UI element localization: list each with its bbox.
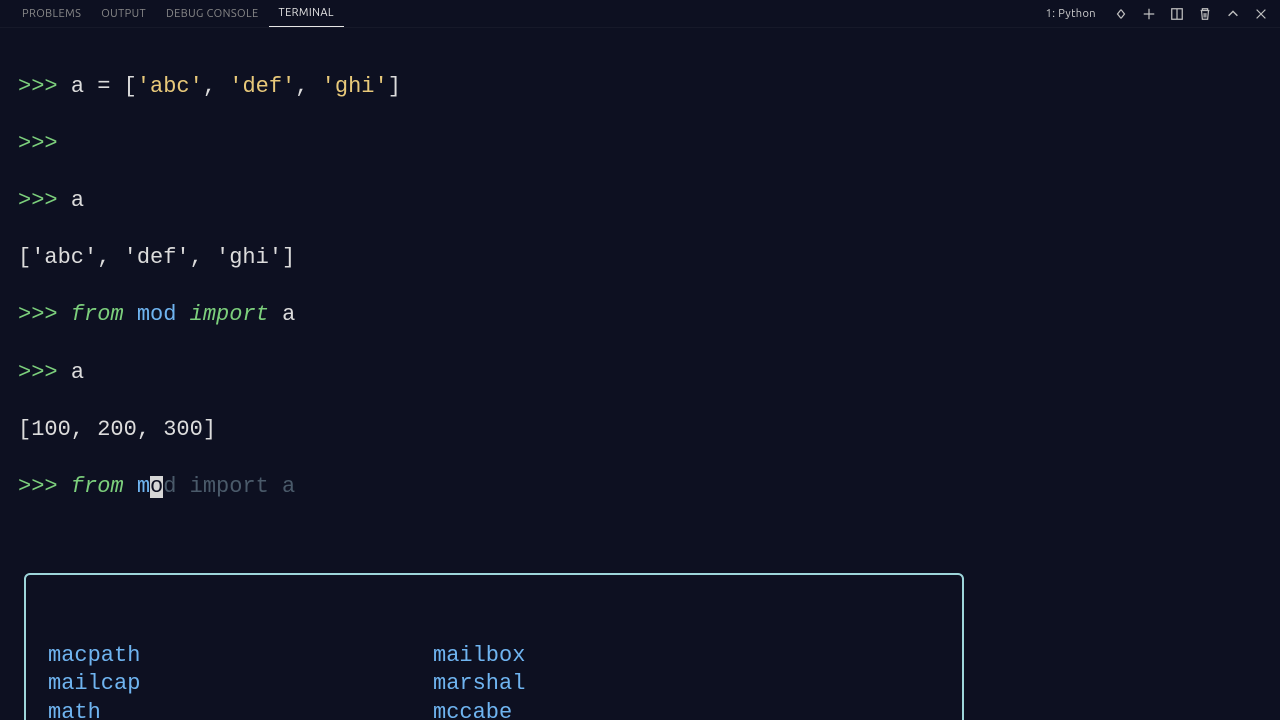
terminal-line: ['abc', 'def', 'ghi'] <box>18 244 1262 273</box>
terminal-process-selector[interactable]: 1: Python <box>1046 8 1100 20</box>
terminal-output[interactable]: >>> a = ['abc', 'def', 'ghi'] >>> >>> a … <box>0 28 1280 720</box>
terminal-line: >>> <box>18 130 1262 159</box>
terminal-cursor: o <box>150 476 163 498</box>
completion-item[interactable]: mccabe <box>433 699 776 720</box>
tab-output[interactable]: OUTPUT <box>91 0 156 27</box>
new-terminal-icon[interactable] <box>1142 7 1156 21</box>
kill-terminal-icon[interactable] <box>1198 7 1212 21</box>
terminal-line: >>> from mod import a <box>18 473 1262 502</box>
split-terminal-icon[interactable] <box>1170 7 1184 21</box>
terminal-line: >>> from mod import a <box>18 301 1262 330</box>
terminal-line: >>> a <box>18 359 1262 388</box>
prompt: >>> <box>18 188 71 213</box>
close-panel-icon[interactable] <box>1254 7 1268 21</box>
completion-column: mailbox marshal mccabe mmap modulefinder… <box>433 642 776 720</box>
completion-item[interactable]: marshal <box>433 670 776 699</box>
completion-item[interactable]: math <box>48 699 433 720</box>
tab-terminal[interactable]: TERMINAL <box>269 0 344 27</box>
completion-item[interactable]: mailcap <box>48 670 433 699</box>
panel-tab-bar: PROBLEMS OUTPUT DEBUG CONSOLE TERMINAL 1… <box>0 0 1280 28</box>
switch-terminal-icon[interactable] <box>1114 7 1128 21</box>
prompt: >>> <box>18 302 71 327</box>
prompt: >>> <box>18 474 71 499</box>
completion-popup: macpath mailcap math mimetypes mod multi… <box>24 573 964 720</box>
maximize-panel-icon[interactable] <box>1226 7 1240 21</box>
completion-item[interactable]: mailbox <box>433 642 776 671</box>
completion-column: macpath mailcap math mimetypes mod multi… <box>48 642 433 720</box>
tab-problems[interactable]: PROBLEMS <box>12 0 91 27</box>
ghost-suggestion: d import a <box>163 474 295 499</box>
completion-item[interactable]: macpath <box>48 642 433 671</box>
tab-debug-console[interactable]: DEBUG CONSOLE <box>156 0 269 27</box>
terminal-line: >>> a = ['abc', 'def', 'ghi'] <box>18 73 1262 102</box>
prompt: >>> <box>18 74 71 99</box>
prompt: >>> <box>18 131 58 156</box>
terminal-line: >>> a <box>18 187 1262 216</box>
terminal-line: [100, 200, 300] <box>18 416 1262 445</box>
prompt: >>> <box>18 360 71 385</box>
